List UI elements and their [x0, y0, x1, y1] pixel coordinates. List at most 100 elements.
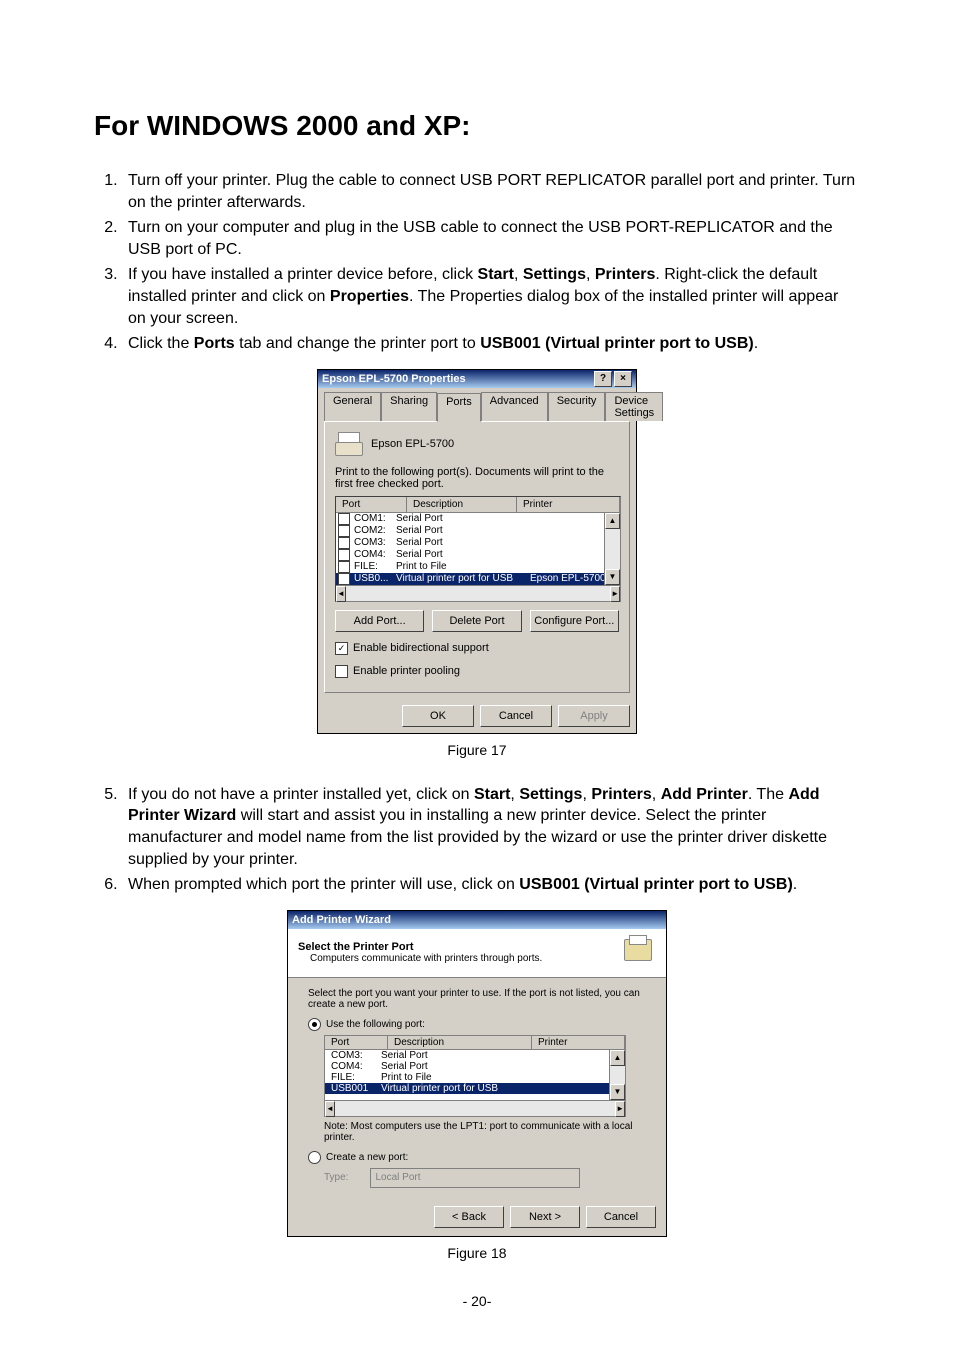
- checkbox-icon[interactable]: [335, 665, 348, 678]
- port-row[interactable]: FILE:Print to File: [325, 1072, 625, 1083]
- page-heading: For WINDOWS 2000 and XP:: [94, 110, 860, 142]
- port-row[interactable]: COM4:Serial Port: [325, 1061, 625, 1072]
- wizard-heading: Select the Printer Port: [298, 941, 620, 953]
- port-row-selected[interactable]: ✓USB0...Virtual printer port for USBEpso…: [336, 573, 620, 585]
- horizontal-scrollbar[interactable]: ◄ ►: [325, 1100, 625, 1116]
- col-port[interactable]: Port: [336, 497, 407, 512]
- t: ,: [652, 786, 661, 803]
- b: Settings: [523, 266, 586, 283]
- v: FILE:: [331, 1072, 381, 1083]
- titlebar[interactable]: Add Printer Wizard: [288, 911, 666, 929]
- scroll-up-icon[interactable]: ▲: [610, 1050, 625, 1066]
- port-row[interactable]: COM2:Serial Port: [336, 525, 620, 537]
- port-checkbox[interactable]: [338, 513, 350, 525]
- port-type-dropdown: Local Port: [370, 1168, 580, 1188]
- add-port-button[interactable]: Add Port...: [335, 610, 424, 632]
- step-3: If you have installed a printer device b…: [122, 264, 860, 329]
- scroll-track[interactable]: [346, 586, 610, 601]
- radio-icon[interactable]: [308, 1018, 321, 1031]
- v: [539, 1050, 619, 1061]
- step-1: Turn off your printer. Plug the cable to…: [122, 170, 860, 213]
- v: Serial Port: [381, 1061, 539, 1072]
- add-printer-wizard: Add Printer Wizard Select the Printer Po…: [287, 910, 667, 1237]
- cancel-button[interactable]: Cancel: [480, 705, 552, 727]
- col-port[interactable]: Port: [325, 1036, 388, 1049]
- tab-security[interactable]: Security: [548, 392, 606, 421]
- figure-18-caption: Figure 18: [447, 1245, 506, 1261]
- next-button[interactable]: Next >: [510, 1206, 580, 1228]
- radio-icon[interactable]: [308, 1151, 321, 1164]
- apply-button[interactable]: Apply: [558, 705, 630, 727]
- tab-ports[interactable]: Ports: [437, 393, 481, 422]
- port-row[interactable]: FILE:Print to File: [336, 561, 620, 573]
- cancel-button[interactable]: Cancel: [586, 1206, 656, 1228]
- port-checkbox[interactable]: [338, 549, 350, 561]
- scroll-right-icon[interactable]: ►: [610, 586, 620, 602]
- v: Virtual printer port for USB: [396, 573, 530, 584]
- port-row[interactable]: COM4:Serial Port: [336, 549, 620, 561]
- t: tab and change the printer port to: [235, 335, 481, 352]
- checkbox-icon[interactable]: ✓: [335, 642, 348, 655]
- back-button[interactable]: < Back: [434, 1206, 504, 1228]
- scroll-track[interactable]: [335, 1101, 615, 1116]
- b: USB001 (Virtual printer port to USB): [480, 335, 754, 352]
- col-printer[interactable]: Printer: [532, 1036, 625, 1049]
- port-row[interactable]: COM3:Serial Port: [325, 1050, 625, 1061]
- scroll-down-icon[interactable]: ▼: [610, 1084, 625, 1100]
- figure-17-caption: Figure 17: [447, 742, 506, 758]
- t: .: [793, 876, 797, 893]
- port-checkbox[interactable]: [338, 561, 350, 573]
- v: USB0...: [354, 573, 388, 584]
- v: [539, 1061, 619, 1072]
- port-row-selected[interactable]: USB001Virtual printer port for USB: [325, 1083, 625, 1094]
- tab-general[interactable]: General: [324, 392, 381, 421]
- titlebar[interactable]: Epson EPL-5700 Properties ? ×: [318, 370, 636, 388]
- port-list[interactable]: COM3:Serial Port COM4:Serial Port FILE:P…: [325, 1050, 625, 1100]
- port-table: Port Description Printer COM3:Serial Por…: [324, 1035, 626, 1117]
- port-list[interactable]: COM1:Serial Port COM2:Serial Port COM3:S…: [336, 513, 620, 585]
- vertical-scrollbar[interactable]: ▲ ▼: [604, 513, 620, 585]
- close-button[interactable]: ×: [614, 371, 632, 387]
- b: Start: [478, 266, 514, 283]
- scroll-left-icon[interactable]: ◄: [336, 586, 346, 602]
- label: Enable printer pooling: [353, 665, 460, 677]
- ok-button[interactable]: OK: [402, 705, 474, 727]
- bidi-checkbox[interactable]: ✓Enable bidirectional support: [335, 642, 619, 655]
- port-row[interactable]: COM1:Serial Port: [336, 513, 620, 525]
- col-description[interactable]: Description: [388, 1036, 532, 1049]
- port-checkbox[interactable]: [338, 525, 350, 537]
- pooling-checkbox[interactable]: Enable printer pooling: [335, 665, 619, 678]
- tab-sharing[interactable]: Sharing: [381, 392, 437, 421]
- tab-advanced[interactable]: Advanced: [481, 392, 548, 421]
- t: If you have installed a printer device b…: [128, 266, 478, 283]
- v: USB001: [331, 1083, 381, 1094]
- vertical-scrollbar[interactable]: ▲ ▼: [609, 1050, 625, 1100]
- scroll-down-icon[interactable]: ▼: [605, 569, 620, 585]
- col-printer[interactable]: Printer: [517, 497, 620, 512]
- tab-device-settings[interactable]: Device Settings: [605, 392, 663, 421]
- configure-port-button[interactable]: Configure Port...: [530, 610, 619, 632]
- instruction-list-1: Turn off your printer. Plug the cable to…: [94, 170, 860, 355]
- scroll-track[interactable]: [610, 1066, 625, 1084]
- b: Printers: [595, 266, 655, 283]
- step-6: When prompted which port the printer wil…: [122, 874, 860, 896]
- port-row[interactable]: COM3:Serial Port: [336, 537, 620, 549]
- v: Print to File: [381, 1072, 539, 1083]
- v: Serial Port: [381, 1050, 539, 1061]
- scroll-up-icon[interactable]: ▲: [605, 513, 620, 529]
- port-table: Port Description Printer COM1:Serial Por…: [335, 496, 621, 602]
- radio-use-port[interactable]: Use the following port:: [308, 1018, 646, 1031]
- scroll-left-icon[interactable]: ◄: [325, 1101, 335, 1117]
- radio-create-port[interactable]: Create a new port:: [308, 1151, 646, 1164]
- horizontal-scrollbar[interactable]: ◄ ►: [336, 585, 620, 601]
- title-text: Add Printer Wizard: [292, 914, 391, 926]
- help-button[interactable]: ?: [594, 371, 612, 387]
- lpt1-hint: Note: Most computers use the LPT1: port …: [324, 1121, 646, 1143]
- scroll-track[interactable]: [605, 529, 620, 569]
- scroll-right-icon[interactable]: ►: [615, 1101, 625, 1117]
- col-description[interactable]: Description: [407, 497, 517, 512]
- step-4: Click the Ports tab and change the print…: [122, 333, 860, 355]
- delete-port-button[interactable]: Delete Port: [432, 610, 521, 632]
- port-checkbox[interactable]: ✓: [338, 573, 350, 585]
- port-checkbox[interactable]: [338, 537, 350, 549]
